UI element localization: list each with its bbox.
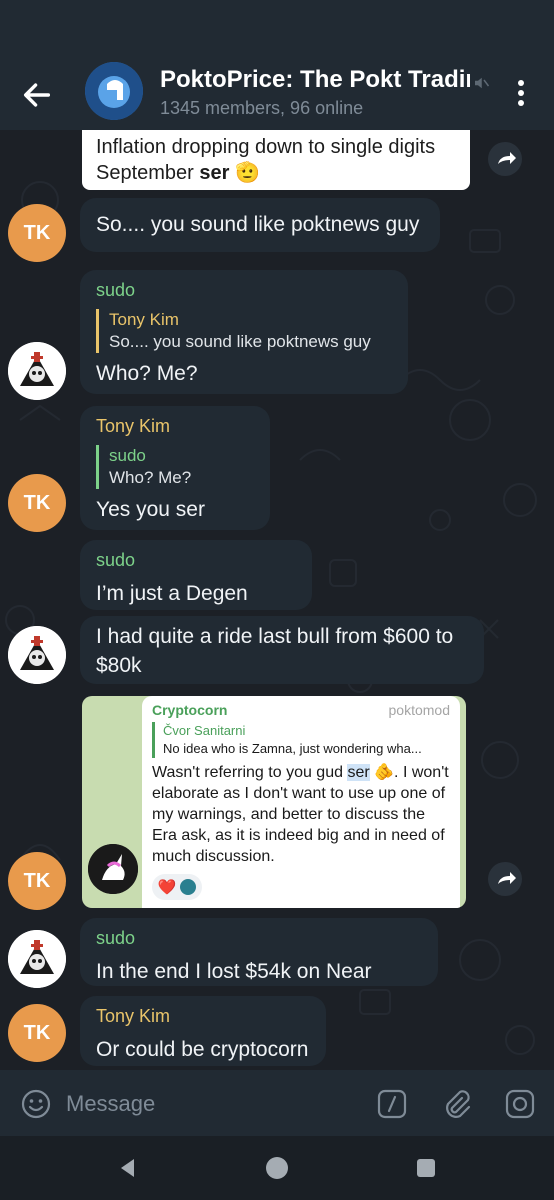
sudo-avatar-icon	[8, 342, 66, 400]
reply-text: Who? Me?	[109, 468, 192, 487]
quote-line-2-bold: ser	[199, 162, 230, 184]
sudo-avatar-icon	[8, 930, 66, 988]
avatar-sudo[interactable]	[8, 930, 66, 988]
camera-icon[interactable]	[504, 1088, 536, 1120]
reactor-avatar-icon	[180, 879, 197, 895]
reply-sender: sudo	[109, 446, 146, 465]
message-list: Inflation dropping down to single digits…	[0, 130, 554, 1070]
forwarded-screenshot[interactable]: Cryptocorn poktomod Čvor Sanitarni No id…	[82, 696, 466, 908]
message-input-bar	[0, 1070, 554, 1136]
screenshot-message: Cryptocorn poktomod Čvor Sanitarni No id…	[142, 696, 460, 908]
more-options-icon[interactable]	[508, 76, 534, 110]
forwarded-image-card[interactable]: Inflation dropping down to single digits…	[82, 130, 470, 190]
avatar-sudo[interactable]	[8, 342, 66, 400]
avatar-tony-kim[interactable]: TK	[8, 204, 66, 262]
reply-sender: Tony Kim	[109, 310, 179, 329]
message-text: Or could be cryptocorn	[96, 1038, 309, 1061]
sudo-avatar-icon	[8, 626, 66, 684]
unicorn-icon	[88, 844, 138, 894]
message-bubble[interactable]: sudo I’m just a Degen	[80, 540, 312, 610]
nav-recent-apps-icon[interactable]	[414, 1156, 438, 1180]
member-count: 1345 members, 96 online	[160, 98, 364, 118]
heart-icon: ❤️	[157, 879, 177, 896]
back-arrow-icon[interactable]	[20, 78, 54, 112]
screenshot-body-text: Wasn't referring to you gud	[152, 764, 348, 781]
message-text-line-2: $80k	[96, 654, 142, 677]
screenshot-reply: Čvor Sanitarni No idea who is Zamna, jus…	[152, 722, 450, 758]
salute-emoji: 🫡	[234, 162, 260, 184]
screenshot-reply-sender: Čvor Sanitarni	[163, 723, 246, 738]
message-bubble[interactable]: sudo In the end I lost $54k on Near	[80, 918, 438, 986]
reply-preview[interactable]: sudo Who? Me?	[96, 445, 254, 489]
nav-home-icon[interactable]	[265, 1156, 289, 1180]
screenshot-highlight: ser	[347, 764, 370, 781]
message-text: So.... you sound like poktnews guy	[96, 213, 420, 236]
sender-name[interactable]: sudo	[96, 276, 392, 305]
group-logo-icon	[85, 62, 143, 120]
sender-name[interactable]: sudo	[96, 546, 296, 575]
sender-name[interactable]: sudo	[96, 924, 422, 953]
avatar-tony-kim[interactable]: TK	[8, 474, 66, 532]
unicorn-avatar	[88, 844, 138, 894]
message-bubble[interactable]: Tony Kim Or could be cryptocorn	[80, 996, 326, 1066]
chat-title[interactable]: PoktoPrice: The Pokt Tradin	[160, 66, 470, 94]
reaction-heart: ❤️	[152, 874, 202, 900]
avatar-sudo[interactable]	[8, 626, 66, 684]
message-text: I’m just a Degen	[96, 582, 248, 605]
reactions: ❤️	[152, 874, 202, 900]
reply-preview[interactable]: Tony Kim So.... you sound like poktnews …	[96, 309, 392, 353]
system-nav-bar	[0, 1136, 554, 1200]
message-text: Who? Me?	[96, 362, 198, 385]
group-avatar[interactable]	[85, 62, 143, 120]
message-input[interactable]	[66, 1088, 356, 1120]
quote-line-2: September ser 🫡	[96, 160, 456, 186]
muted-icon	[475, 77, 490, 89]
message-text-line-1: I had quite a ride last bull from $600 t…	[96, 625, 454, 648]
screenshot-reply-text: No idea who is Zamna, just wondering wha…	[163, 741, 422, 756]
avatar-tony-kim[interactable]: TK	[8, 1004, 66, 1062]
emoji-icon[interactable]	[20, 1088, 52, 1120]
bot-commands-icon[interactable]	[376, 1088, 408, 1120]
screenshot-tag: poktomod	[388, 702, 450, 718]
message-text: In the end I lost $54k on Near	[96, 960, 372, 983]
quote-line-1: Inflation dropping down to single digits	[96, 136, 436, 158]
reply-text: So.... you sound like poktnews guy	[109, 332, 371, 351]
paperclip-icon[interactable]	[440, 1086, 472, 1122]
avatar-tony-kim[interactable]: TK	[8, 852, 66, 910]
message-bubble[interactable]: sudo Tony Kim So.... you sound like pokt…	[80, 270, 408, 394]
nav-back-icon[interactable]	[116, 1156, 140, 1180]
message-bubble[interactable]: I had quite a ride last bull from $600 t…	[80, 616, 484, 684]
message-text: Yes you ser	[96, 498, 205, 521]
sender-name[interactable]: Tony Kim	[96, 1002, 310, 1031]
chat-header: PoktoPrice: The Pokt Tradin 1345 members…	[0, 0, 554, 130]
share-icon[interactable]	[488, 862, 522, 896]
screenshot-body: Wasn't referring to you gud ser 🫵. I won…	[152, 762, 450, 867]
message-bubble[interactable]: So.... you sound like poktnews guy	[80, 198, 440, 252]
quote-line-2-text: September	[96, 162, 200, 184]
share-icon[interactable]	[488, 142, 522, 176]
message-bubble[interactable]: Tony Kim sudo Who? Me? Yes you ser	[80, 406, 270, 530]
sender-name[interactable]: Tony Kim	[96, 412, 254, 441]
